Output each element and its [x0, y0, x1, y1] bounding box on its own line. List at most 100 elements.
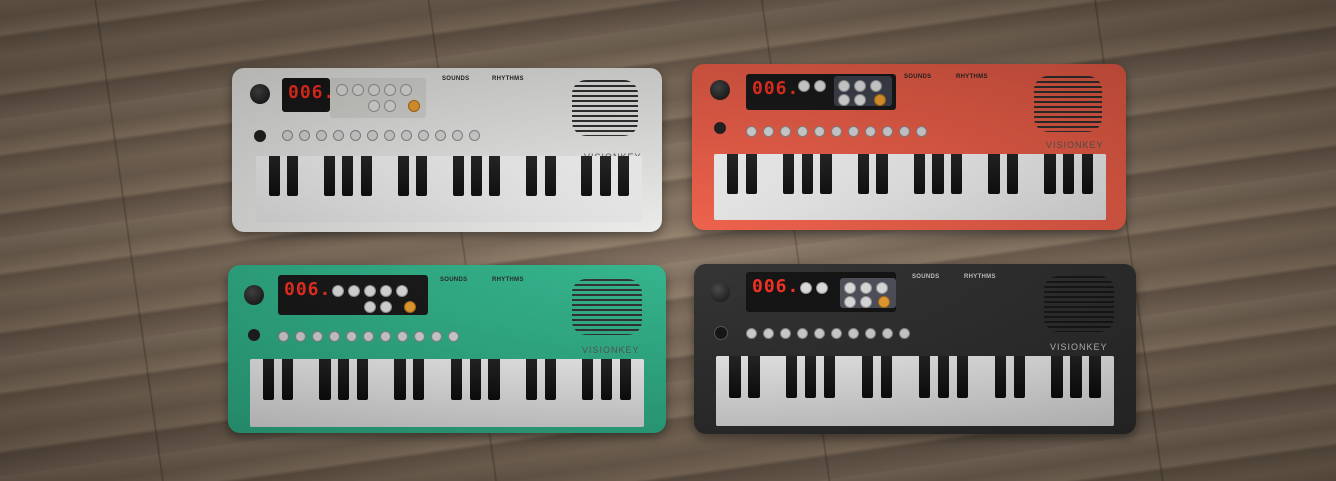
- white-key: [1012, 154, 1033, 220]
- white-key: [1038, 356, 1059, 426]
- white-key: [512, 359, 533, 427]
- white-key: [268, 359, 289, 427]
- function-button: [348, 285, 360, 297]
- brand-logo: VISIONKEY: [1046, 140, 1104, 150]
- brand-logo: VISIONKEY: [582, 345, 640, 355]
- black-key: [956, 356, 969, 398]
- white-key: [826, 154, 846, 220]
- white-key: [250, 359, 270, 427]
- black-key: [268, 156, 280, 196]
- volume-knob: [710, 80, 730, 100]
- white-key: [938, 154, 958, 220]
- white-key: [1076, 356, 1097, 426]
- led-display: 006.: [746, 74, 896, 110]
- black-key: [1070, 356, 1082, 398]
- led-readout: 006.: [288, 82, 336, 103]
- black-key: [287, 156, 299, 196]
- piano-keys: [714, 154, 1106, 220]
- function-button: [844, 282, 856, 294]
- start-button: [874, 94, 886, 106]
- black-key: [937, 356, 950, 398]
- black-key: [394, 359, 406, 400]
- black-key: [342, 156, 354, 196]
- keyboard-black: 006. SOUNDS RHYTHMS VISIONKEY: [694, 264, 1136, 434]
- white-key: [586, 156, 607, 222]
- function-button: [838, 80, 850, 92]
- function-button: [380, 285, 392, 297]
- white-key: [494, 156, 515, 222]
- white-key: [1019, 356, 1040, 426]
- white-key: [493, 359, 514, 427]
- white-key: [1031, 154, 1051, 220]
- function-button: [860, 296, 872, 308]
- led-readout: 006.: [752, 276, 800, 297]
- keyboard-green: 006. SOUNDS RHYTHMS VISIONKEY: [228, 265, 666, 433]
- black-key: [876, 154, 888, 194]
- function-button: [368, 100, 380, 112]
- white-key: [458, 156, 478, 222]
- power-button: [248, 329, 260, 341]
- black-key: [319, 359, 331, 400]
- white-key: [381, 359, 402, 427]
- wooden-floor-photo: 006. SOUNDS RHYTHMS VISIONKEY 006. SOUND…: [0, 0, 1336, 481]
- black-key: [489, 156, 501, 196]
- function-button: [364, 301, 376, 313]
- sounds-header: SOUNDS: [440, 277, 468, 283]
- sounds-header: SOUNDS: [912, 274, 940, 280]
- function-button: [336, 84, 348, 96]
- black-key: [413, 359, 425, 400]
- demo-button-row: [746, 328, 910, 339]
- white-key: [943, 356, 964, 426]
- white-key: [900, 154, 921, 220]
- white-key: [418, 359, 439, 427]
- led-readout: 006.: [752, 78, 800, 99]
- white-key: [882, 154, 902, 220]
- white-key: [456, 359, 477, 427]
- function-button: [798, 80, 810, 92]
- white-key: [274, 156, 294, 222]
- white-key: [287, 359, 308, 427]
- white-key: [975, 154, 995, 220]
- white-key: [531, 156, 552, 222]
- black-key: [525, 359, 538, 400]
- white-key: [844, 154, 865, 220]
- volume-knob: [244, 285, 264, 305]
- black-key: [820, 154, 832, 194]
- white-key: [1095, 356, 1114, 426]
- white-key: [587, 359, 608, 427]
- black-key: [880, 356, 893, 398]
- function-button: [838, 94, 850, 106]
- black-key: [1081, 154, 1093, 194]
- power-button: [714, 326, 728, 340]
- start-button: [404, 301, 416, 313]
- black-key: [452, 156, 464, 196]
- black-key: [801, 154, 813, 194]
- black-key: [397, 156, 409, 196]
- function-button: [364, 285, 376, 297]
- brand-logo: VISIONKEY: [584, 152, 642, 162]
- black-key: [415, 156, 427, 196]
- function-button: [352, 84, 364, 96]
- rhythms-header: RHYTHMS: [956, 74, 988, 80]
- white-key: [568, 156, 588, 222]
- function-button: [816, 282, 828, 294]
- white-key: [716, 356, 736, 426]
- white-key: [1000, 356, 1021, 426]
- white-key: [437, 359, 458, 427]
- function-button: [368, 84, 380, 96]
- white-key: [848, 356, 869, 426]
- white-key: [1068, 154, 1089, 220]
- demo-button-row: [278, 331, 459, 342]
- power-button: [714, 122, 726, 134]
- function-button: [332, 285, 344, 297]
- black-key: [581, 156, 593, 196]
- function-button: [854, 94, 866, 106]
- white-key: [1050, 154, 1070, 220]
- demo-button-row: [282, 130, 480, 141]
- function-button: [800, 282, 812, 294]
- led-display: 006.: [282, 78, 334, 112]
- black-key: [1051, 356, 1063, 398]
- start-button: [408, 100, 420, 112]
- white-key: [256, 156, 276, 222]
- black-key: [544, 156, 556, 196]
